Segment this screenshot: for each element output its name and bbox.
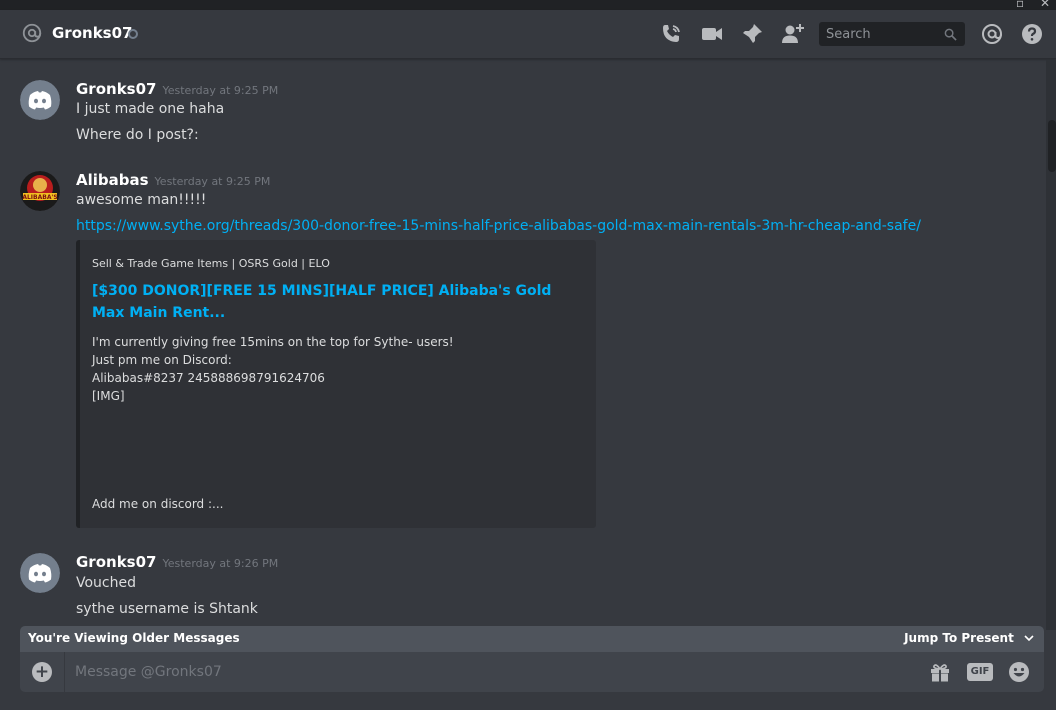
username[interactable]: Gronks07 Yesterday at 9:26 PM xyxy=(76,553,278,571)
timestamp: Yesterday at 9:25 PM xyxy=(154,175,271,188)
embed-description-line: Just pm me on Discord: xyxy=(92,353,232,367)
jump-to-present-button[interactable]: Jump To Present xyxy=(904,631,1034,645)
emoji-icon[interactable] xyxy=(1007,660,1031,684)
video-icon[interactable] xyxy=(700,22,724,46)
avatar[interactable] xyxy=(20,553,60,593)
message-text: I just made one haha xyxy=(76,101,225,117)
embed-description-line: [IMG] xyxy=(92,389,125,403)
message-text: Vouched xyxy=(76,575,136,591)
message-composer: + GIF xyxy=(20,652,1044,692)
search-icon xyxy=(944,28,957,41)
search-box[interactable] xyxy=(819,22,965,46)
avatar[interactable] xyxy=(20,80,60,120)
chevron-down-icon xyxy=(1024,635,1034,642)
call-icon[interactable] xyxy=(659,22,683,46)
embed-title[interactable]: [$300 DONOR][FREE 15 MINS][HALF PRICE] A… xyxy=(92,280,562,324)
message-text: sythe username is Shtank xyxy=(76,601,258,617)
message-input[interactable] xyxy=(75,652,915,692)
alibabas-avatar-icon: ALIBABA'S xyxy=(20,171,60,211)
search-input[interactable] xyxy=(819,22,939,46)
username[interactable]: Gronks07 Yesterday at 9:25 PM xyxy=(76,80,278,98)
pin-icon[interactable] xyxy=(740,22,764,46)
message-link[interactable]: https://www.sythe.org/threads/300-donor-… xyxy=(76,218,921,234)
embed-provider[interactable]: Sell & Trade Game Items | OSRS Gold | EL… xyxy=(92,257,330,270)
scrollbar-thumb[interactable] xyxy=(1048,120,1056,172)
at-sign-icon xyxy=(22,23,42,43)
channel-header: Gronks07 xyxy=(0,10,1056,59)
discord-logo-icon xyxy=(20,80,60,120)
message-text: awesome man!!!!! xyxy=(76,192,207,208)
help-icon[interactable] xyxy=(1020,22,1044,46)
gift-icon[interactable] xyxy=(928,660,952,684)
link-embed: Sell & Trade Game Items | OSRS Gold | EL… xyxy=(76,240,596,528)
timestamp: Yesterday at 9:25 PM xyxy=(162,84,279,97)
dm-title: Gronks07 xyxy=(52,24,133,42)
composer-divider xyxy=(64,652,65,692)
mention-icon[interactable] xyxy=(980,22,1004,46)
svg-text:ALIBABA'S: ALIBABA'S xyxy=(22,194,57,201)
discord-logo-icon xyxy=(20,553,60,593)
upload-button[interactable]: + xyxy=(32,662,52,682)
add-friend-icon[interactable] xyxy=(781,22,805,46)
minimize-icon[interactable]: ▫ xyxy=(1016,0,1024,10)
embed-description-line: Alibabas#8237 245888698791624706 xyxy=(92,371,325,385)
username[interactable]: Alibabas Yesterday at 9:25 PM xyxy=(76,171,270,189)
close-window-icon[interactable]: ✕ xyxy=(1040,0,1050,10)
older-messages-label: You're Viewing Older Messages xyxy=(28,631,240,645)
embed-description-line: I'm currently giving free 15mins on the … xyxy=(92,335,454,349)
embed-footer: Add me on discord :... xyxy=(92,497,224,511)
message-text: Where do I post?: xyxy=(76,127,199,143)
older-messages-banner: You're Viewing Older Messages Jump To Pr… xyxy=(20,626,1044,652)
gif-button[interactable]: GIF xyxy=(967,663,993,681)
timestamp: Yesterday at 9:26 PM xyxy=(162,557,279,570)
avatar[interactable]: ALIBABA'S xyxy=(20,171,60,211)
status-indicator xyxy=(128,29,138,39)
window-top-strip: ▫ ✕ xyxy=(0,0,1056,10)
